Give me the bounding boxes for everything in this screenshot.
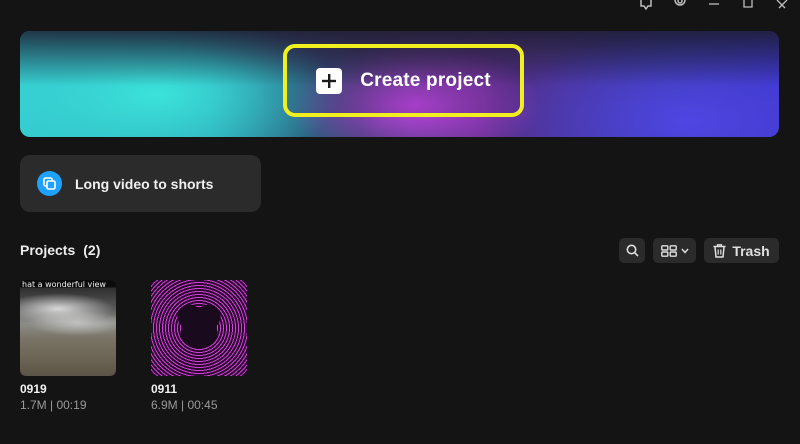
projects-count: (2) xyxy=(83,242,101,258)
trash-label: Trash xyxy=(732,242,770,259)
trash-icon xyxy=(713,243,726,258)
minimize-icon[interactable] xyxy=(706,0,722,10)
project-meta: 6.9M | 00:45 xyxy=(151,398,218,412)
feedback-icon[interactable] xyxy=(638,0,654,10)
projects-heading: Projects (2) xyxy=(20,242,100,258)
create-project-banner[interactable]: Create project xyxy=(20,31,779,137)
grid-view-icon xyxy=(660,244,677,257)
search-icon xyxy=(626,244,639,257)
project-card[interactable]: hat a wonderful view 0919 1.7M | 00:19 xyxy=(20,280,116,412)
long-video-to-shorts-button[interactable]: Long video to shorts xyxy=(20,155,261,212)
create-project-label: Create project xyxy=(360,69,491,91)
projects-title: Projects xyxy=(20,242,76,258)
long-video-label: Long video to shorts xyxy=(75,175,214,192)
chevron-down-icon xyxy=(680,248,689,254)
project-thumbnail[interactable]: hat a wonderful view xyxy=(20,280,116,376)
project-thumbnail[interactable] xyxy=(151,280,247,376)
search-button[interactable] xyxy=(619,238,645,263)
long-video-icon xyxy=(37,171,62,196)
maximize-icon[interactable] xyxy=(740,0,756,10)
thumbnail-caption: hat a wonderful view xyxy=(22,280,106,289)
project-card[interactable]: 0911 6.9M | 00:45 xyxy=(151,280,247,412)
trash-button[interactable]: Trash xyxy=(704,238,779,263)
window-controls xyxy=(638,0,800,12)
plus-icon xyxy=(316,67,343,94)
close-icon[interactable] xyxy=(774,0,790,10)
project-name: 0919 xyxy=(20,382,47,396)
create-project-button[interactable]: Create project xyxy=(283,44,524,117)
project-name: 0911 xyxy=(151,382,178,396)
view-mode-dropdown[interactable] xyxy=(653,238,696,263)
settings-icon[interactable] xyxy=(672,0,688,10)
project-meta: 1.7M | 00:19 xyxy=(20,398,87,412)
